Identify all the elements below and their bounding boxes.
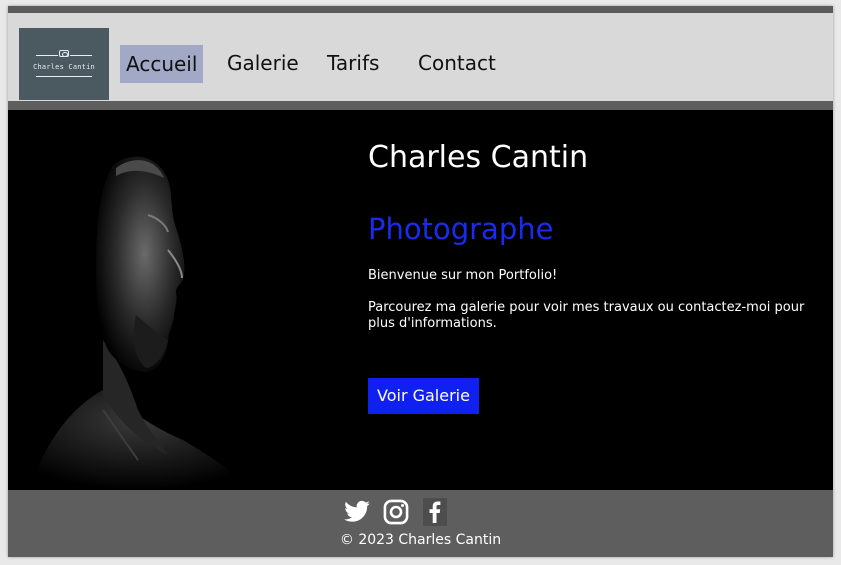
logo-underline bbox=[36, 76, 92, 77]
portrait-photo bbox=[8, 110, 308, 490]
site-footer: © 2023 Charles Cantin bbox=[8, 490, 833, 557]
hero-section: Charles Cantin Photographe Bienvenue sur… bbox=[8, 110, 833, 490]
logo-line-right bbox=[70, 55, 92, 56]
site-header: Charles Cantin Accueil Galerie Tarifs Co… bbox=[8, 13, 833, 101]
camera-icon bbox=[59, 50, 69, 57]
voir-galerie-button[interactable]: Voir Galerie bbox=[368, 378, 479, 414]
nav-item-tarifs[interactable]: Tarifs bbox=[321, 44, 385, 82]
hero-welcome: Bienvenue sur mon Portfolio! bbox=[368, 268, 558, 283]
nav-item-contact[interactable]: Contact bbox=[412, 44, 502, 82]
twitter-icon[interactable] bbox=[343, 498, 371, 526]
nav-item-accueil[interactable]: Accueil bbox=[120, 45, 204, 83]
nav-item-galerie[interactable]: Galerie bbox=[221, 44, 305, 82]
hero-description: Parcourez ma galerie pour voir mes trava… bbox=[368, 300, 805, 331]
instagram-icon[interactable] bbox=[382, 498, 410, 526]
logo-line-left bbox=[36, 55, 58, 56]
facebook-icon[interactable] bbox=[422, 498, 448, 526]
header-divider bbox=[8, 101, 833, 110]
copyright-text: © 2023 Charles Cantin bbox=[339, 532, 502, 548]
top-border bbox=[8, 6, 833, 13]
page-frame: Charles Cantin Accueil Galerie Tarifs Co… bbox=[8, 6, 833, 557]
hero-name: Charles Cantin bbox=[368, 140, 589, 175]
logo-text: Charles Cantin bbox=[33, 63, 95, 71]
hero-role: Photographe bbox=[368, 212, 554, 246]
site-logo[interactable]: Charles Cantin bbox=[19, 28, 109, 100]
